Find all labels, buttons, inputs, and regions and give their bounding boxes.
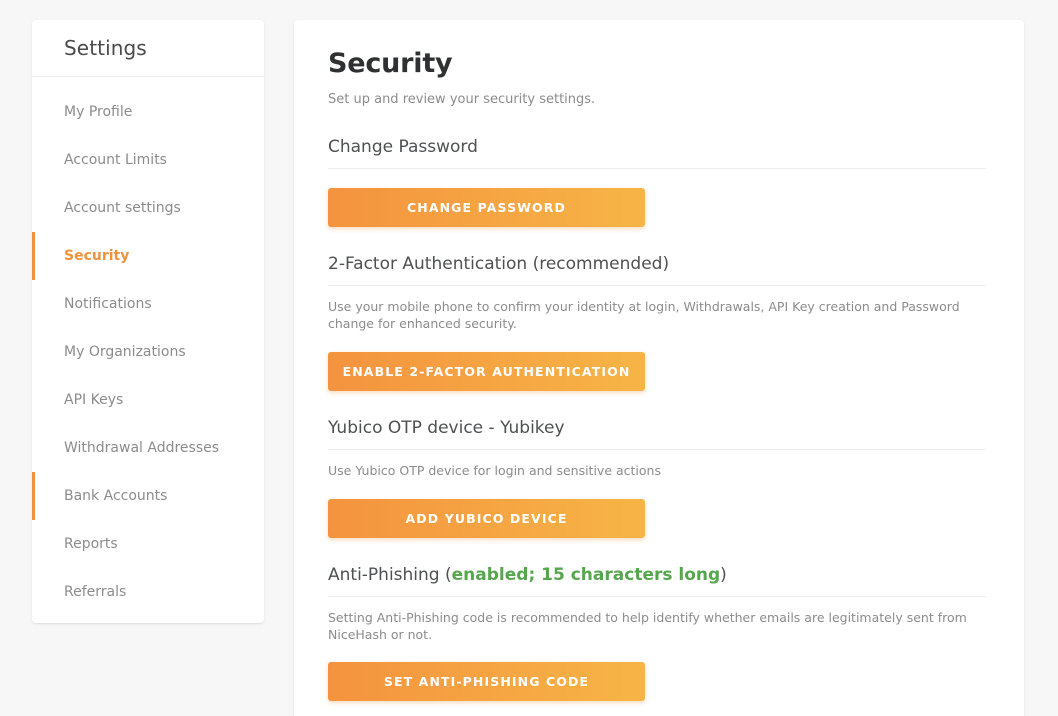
sidebar-item-referrals[interactable]: Referrals	[32, 568, 264, 616]
change-password-button[interactable]: CHANGE PASSWORD	[328, 188, 645, 227]
section-yubico-otp-device: Yubico OTP device - Yubikey Use Yubico O…	[328, 418, 986, 538]
set-anti-phishing-code-button[interactable]: SET ANTI-PHISHING CODE	[328, 662, 645, 701]
active-accent-bar	[32, 280, 35, 328]
sidebar-item-account-settings[interactable]: Account settings	[32, 184, 264, 232]
anti-phishing-heading-suffix: )	[720, 565, 727, 585]
sidebar-header: Settings	[32, 20, 264, 77]
add-yubico-device-button[interactable]: ADD YUBICO DEVICE	[328, 499, 645, 538]
section-heading: 2-Factor Authentication (recommended)	[328, 254, 986, 286]
sidebar-item-my-profile[interactable]: My Profile	[32, 88, 264, 136]
sidebar-item-security[interactable]: Security	[32, 232, 264, 280]
sidebar-item-label: Security	[64, 248, 129, 264]
page-subtitle: Set up and review your security settings…	[328, 92, 986, 107]
anti-phishing-status-badge: enabled; 15 characters long	[452, 565, 721, 585]
sidebar-item-label: Reports	[64, 536, 118, 552]
active-accent-bar	[32, 232, 35, 280]
sidebar-nav: My Profile Account Limits Account settin…	[32, 77, 264, 616]
security-content-panel: Security Set up and review your security…	[294, 20, 1024, 716]
active-accent-bar	[32, 184, 35, 232]
active-accent-bar	[32, 424, 35, 472]
active-accent-bar	[32, 88, 35, 136]
section-description: Use your mobile phone to confirm your id…	[328, 299, 986, 333]
section-heading: Anti-Phishing (enabled; 15 characters lo…	[328, 565, 986, 597]
settings-page: Settings My Profile Account Limits Accou…	[0, 0, 1058, 716]
active-accent-bar	[32, 568, 35, 616]
sidebar-title: Settings	[64, 36, 147, 60]
active-accent-bar	[32, 136, 35, 184]
enable-two-factor-authentication-button[interactable]: ENABLE 2-FACTOR AUTHENTICATION	[328, 352, 645, 391]
anti-phishing-heading-prefix: Anti-Phishing (	[328, 565, 452, 585]
section-two-factor-authentication: 2-Factor Authentication (recommended) Us…	[328, 254, 986, 391]
sidebar-item-label: Referrals	[64, 584, 126, 600]
active-accent-bar	[32, 472, 35, 520]
sidebar-item-label: My Organizations	[64, 344, 186, 360]
section-description: Use Yubico OTP device for login and sens…	[328, 463, 986, 480]
sidebar-item-label: API Keys	[64, 392, 123, 408]
sidebar-item-notifications[interactable]: Notifications	[32, 280, 264, 328]
section-heading: Change Password	[328, 137, 986, 169]
sidebar-item-label: My Profile	[64, 104, 132, 120]
active-accent-bar	[32, 520, 35, 568]
settings-sidebar: Settings My Profile Account Limits Accou…	[32, 20, 264, 623]
sidebar-item-label: Account settings	[64, 200, 181, 216]
sidebar-item-api-keys[interactable]: API Keys	[32, 376, 264, 424]
sidebar-item-bank-accounts[interactable]: Bank Accounts	[32, 472, 264, 520]
section-heading: Yubico OTP device - Yubikey	[328, 418, 986, 450]
active-accent-bar	[32, 328, 35, 376]
sidebar-item-label: Withdrawal Addresses	[64, 440, 219, 456]
section-anti-phishing: Anti-Phishing (enabled; 15 characters lo…	[328, 565, 986, 702]
sidebar-item-label: Notifications	[64, 296, 152, 312]
sidebar-item-my-organizations[interactable]: My Organizations	[32, 328, 264, 376]
section-description: Setting Anti-Phishing code is recommende…	[328, 610, 986, 644]
sidebar-item-label: Bank Accounts	[64, 488, 167, 504]
sidebar-item-account-limits[interactable]: Account Limits	[32, 136, 264, 184]
sidebar-item-label: Account Limits	[64, 152, 167, 168]
section-change-password: Change Password CHANGE PASSWORD	[328, 137, 986, 227]
active-accent-bar	[32, 376, 35, 424]
page-title: Security	[328, 48, 986, 79]
sidebar-item-withdrawal-addresses[interactable]: Withdrawal Addresses	[32, 424, 264, 472]
sidebar-item-reports[interactable]: Reports	[32, 520, 264, 568]
